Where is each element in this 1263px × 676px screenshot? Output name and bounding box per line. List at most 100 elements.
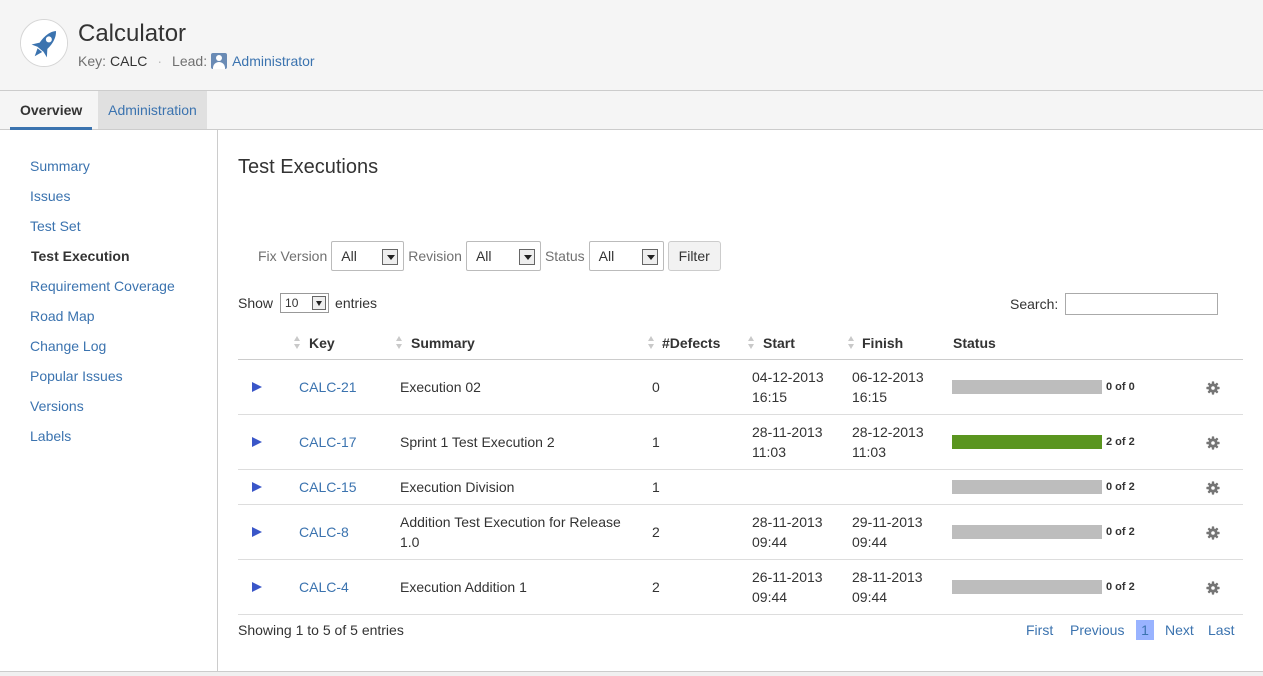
rocket-icon[interactable] bbox=[20, 19, 68, 67]
status-count: 0 of 2 bbox=[1106, 481, 1135, 493]
sidebar-item-labels[interactable]: Labels bbox=[30, 427, 71, 445]
progress-bar bbox=[952, 380, 1102, 394]
pagination: First Previous 1 Next Last bbox=[1026, 620, 1243, 642]
play-icon[interactable] bbox=[252, 437, 262, 447]
status-value: All bbox=[598, 248, 615, 264]
pager-next[interactable]: Next bbox=[1165, 620, 1194, 640]
pager-current[interactable]: 1 bbox=[1136, 620, 1154, 640]
search-input[interactable] bbox=[1065, 293, 1219, 315]
row-defects: 0 bbox=[652, 379, 660, 395]
revision-select[interactable]: All bbox=[465, 241, 541, 271]
entries-label: entries bbox=[335, 295, 378, 311]
row-start: 04-12-2013 16:15 bbox=[752, 369, 824, 405]
gear-icon[interactable] bbox=[1206, 436, 1220, 450]
table-row: CALC-8 Addition Test Execution for Relea… bbox=[238, 505, 1243, 560]
row-defects: 1 bbox=[652, 434, 660, 450]
row-start: 28-11-2013 09:44 bbox=[752, 514, 823, 550]
sort-icon bbox=[648, 336, 655, 350]
row-key-link[interactable]: CALC-15 bbox=[299, 477, 357, 497]
progress-bar bbox=[952, 480, 1102, 494]
row-key-link[interactable]: CALC-21 bbox=[299, 377, 357, 397]
sidebar-item-change-log[interactable]: Change Log bbox=[30, 337, 106, 355]
sidebar-item-test-execution[interactable]: Test Execution bbox=[31, 247, 130, 265]
gear-icon[interactable] bbox=[1206, 481, 1220, 495]
sort-icon bbox=[748, 336, 755, 350]
row-key-link[interactable]: CALC-8 bbox=[299, 522, 349, 542]
row-start: 26-11-2013 09:44 bbox=[752, 569, 823, 605]
status-count: 0 of 0 bbox=[1106, 381, 1135, 393]
user-icon bbox=[211, 53, 228, 69]
sidebar-item-test-set[interactable]: Test Set bbox=[30, 217, 81, 235]
project-header: Calculator Key: CALC · Lead: Administrat… bbox=[0, 0, 1263, 91]
fix-version-label: Fix Version bbox=[258, 248, 328, 264]
lead-link[interactable]: Administrator bbox=[232, 52, 314, 70]
column-finish[interactable]: Finish bbox=[862, 326, 903, 360]
chevron-down-icon bbox=[518, 249, 535, 265]
row-defects: 2 bbox=[652, 524, 660, 540]
entries-select[interactable]: 10 bbox=[280, 293, 330, 313]
column-defects[interactable]: #Defects bbox=[662, 326, 720, 360]
show-label: Show bbox=[238, 295, 274, 311]
lead-value[interactable]: Administrator bbox=[211, 52, 315, 70]
entries-select-value: 10 bbox=[285, 296, 299, 310]
sidebar-item-versions[interactable]: Versions bbox=[30, 397, 84, 415]
row-start: 28-11-2013 11:03 bbox=[752, 424, 823, 460]
sidebar-item-road-map[interactable]: Road Map bbox=[30, 307, 95, 325]
column-summary[interactable]: Summary bbox=[411, 326, 475, 360]
gear-icon[interactable] bbox=[1206, 381, 1220, 395]
gear-icon[interactable] bbox=[1206, 526, 1220, 540]
play-icon[interactable] bbox=[252, 482, 262, 492]
search-box: Search: bbox=[1010, 293, 1219, 315]
tab-overview[interactable]: Overview bbox=[10, 91, 93, 130]
search-label: Search: bbox=[1010, 296, 1059, 312]
sidebar-item-issues[interactable]: Issues bbox=[30, 187, 70, 205]
column-key[interactable]: Key bbox=[309, 326, 335, 360]
play-icon[interactable] bbox=[252, 382, 262, 392]
revision-label: Revision bbox=[408, 248, 462, 264]
row-key-link[interactable]: CALC-4 bbox=[299, 577, 349, 597]
table-row: CALC-4 Execution Addition 1 2 26-11-2013… bbox=[238, 560, 1243, 615]
chevron-down-icon bbox=[641, 249, 658, 265]
row-key-link[interactable]: CALC-17 bbox=[299, 432, 357, 452]
row-summary: Execution Division bbox=[400, 479, 515, 495]
entries-length: Show 10 entries bbox=[238, 293, 377, 313]
sidebar-item-requirement-coverage[interactable]: Requirement Coverage bbox=[30, 277, 175, 295]
pager-previous[interactable]: Previous bbox=[1070, 620, 1124, 640]
fix-version-select[interactable]: All bbox=[331, 241, 405, 271]
row-finish: 29-11-2013 09:44 bbox=[852, 514, 923, 550]
fix-version-value: All bbox=[341, 248, 357, 264]
play-icon[interactable] bbox=[252, 527, 262, 537]
pager-last[interactable]: Last bbox=[1208, 620, 1234, 640]
status-count: 2 of 2 bbox=[1106, 436, 1135, 448]
lead-label: Lead: bbox=[172, 53, 208, 69]
play-icon[interactable] bbox=[252, 582, 262, 592]
column-status: Status bbox=[953, 335, 996, 351]
row-status: 0 of 0 bbox=[952, 377, 1135, 397]
status-select[interactable]: All bbox=[588, 241, 664, 271]
status-label: Status bbox=[544, 248, 585, 264]
project-meta: Key: CALC · Lead: Administrator bbox=[78, 52, 315, 70]
chevron-down-icon bbox=[382, 249, 399, 265]
gear-icon[interactable] bbox=[1206, 581, 1220, 595]
row-summary: Execution Addition 1 bbox=[400, 579, 527, 595]
status-count: 0 of 2 bbox=[1106, 581, 1135, 593]
table-header: Key Summary #Defects Start Finish Status bbox=[238, 326, 1243, 360]
row-status: 0 of 2 bbox=[952, 577, 1135, 597]
tab-administration[interactable]: Administration bbox=[98, 91, 207, 129]
table-row: CALC-17 Sprint 1 Test Execution 2 1 28-1… bbox=[238, 415, 1243, 470]
pager-first[interactable]: First bbox=[1026, 620, 1053, 640]
progress-bar bbox=[952, 435, 1102, 449]
sidebar: Summary Issues Test Set Test Execution R… bbox=[0, 130, 218, 671]
page-bottom-border bbox=[0, 671, 1263, 676]
revision-value: All bbox=[475, 248, 492, 264]
column-start[interactable]: Start bbox=[763, 326, 795, 360]
row-finish: 28-12-2013 11:03 bbox=[852, 424, 924, 460]
row-summary: Execution 02 bbox=[400, 379, 481, 395]
sort-icon bbox=[396, 336, 403, 350]
project-title: Calculator bbox=[78, 20, 187, 47]
row-status: 0 of 2 bbox=[952, 522, 1135, 542]
row-finish: 28-11-2013 09:44 bbox=[852, 569, 923, 605]
filter-button[interactable]: Filter bbox=[667, 241, 721, 271]
sidebar-item-popular-issues[interactable]: Popular Issues bbox=[30, 367, 123, 385]
sidebar-item-summary[interactable]: Summary bbox=[30, 157, 90, 175]
